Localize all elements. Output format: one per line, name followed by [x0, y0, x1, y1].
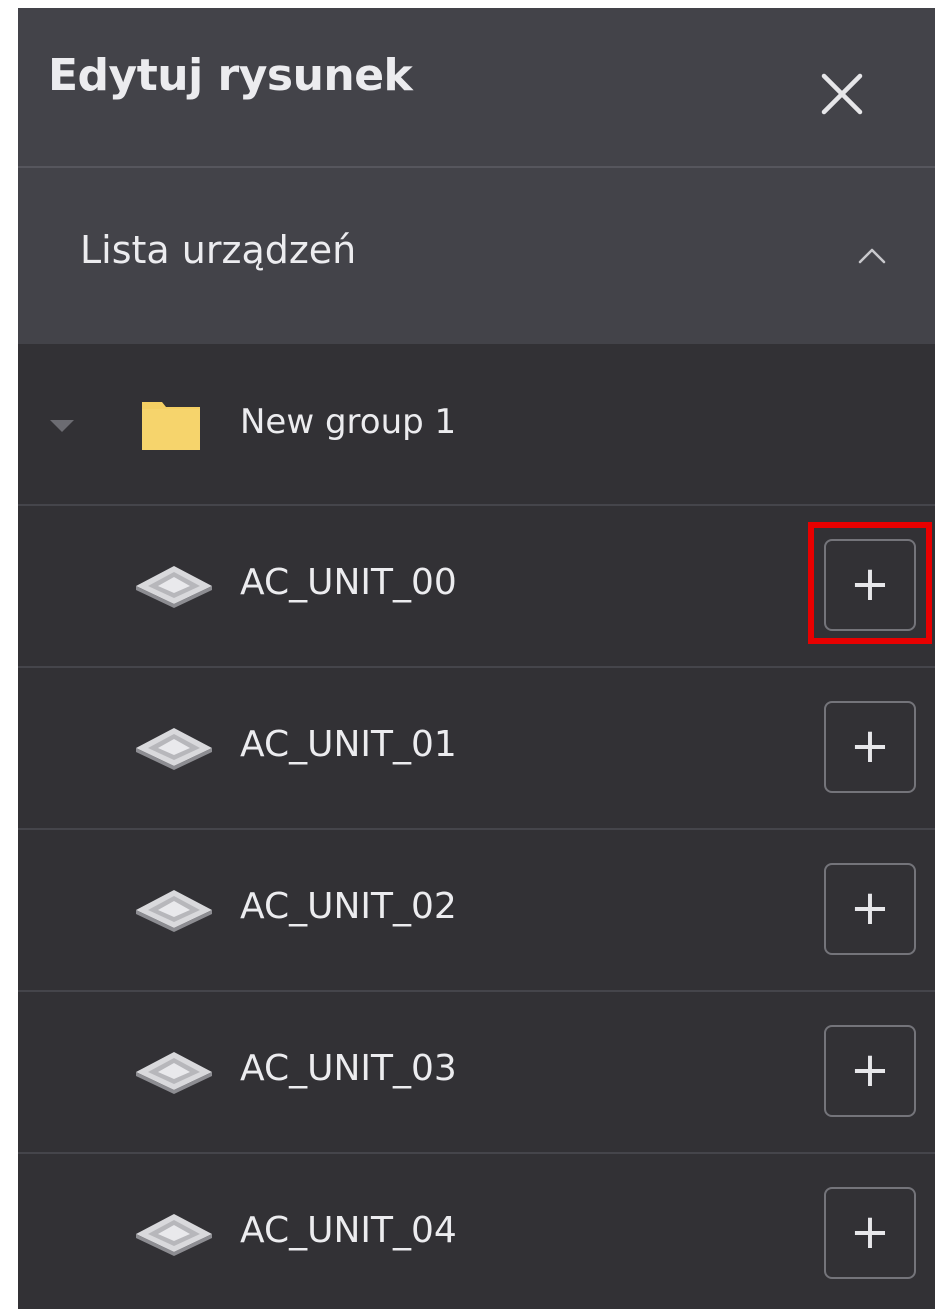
close-icon [821, 73, 863, 115]
device-label: AC_UNIT_03 [240, 1048, 457, 1089]
folder-icon [140, 396, 202, 452]
device-row[interactable]: AC_UNIT_03 + [18, 992, 935, 1154]
add-device-button[interactable]: + [824, 701, 916, 793]
group-label: New group 1 [240, 402, 457, 442]
device-label: AC_UNIT_04 [240, 1210, 457, 1251]
group-expand-toggle[interactable] [48, 418, 76, 434]
ceiling-ac-unit-icon [134, 726, 214, 770]
add-device-button[interactable]: + [824, 539, 916, 631]
edit-drawing-panel: Edytuj rysunek Lista urządzeń New group … [18, 8, 935, 1309]
close-button[interactable] [814, 66, 870, 122]
device-label: AC_UNIT_02 [240, 886, 457, 927]
add-device-button[interactable]: + [824, 1187, 916, 1279]
device-label: AC_UNIT_01 [240, 724, 457, 765]
device-list-section-header[interactable]: Lista urządzeń [18, 168, 935, 344]
ceiling-ac-unit-icon [134, 888, 214, 932]
caret-down-icon [50, 420, 74, 432]
add-device-button[interactable]: + [824, 863, 916, 955]
device-label: AC_UNIT_00 [240, 562, 457, 603]
device-row[interactable]: AC_UNIT_01 + [18, 668, 935, 830]
ceiling-ac-unit-icon [134, 1050, 214, 1094]
device-row[interactable]: AC_UNIT_02 + [18, 830, 935, 992]
chevron-up-icon [858, 248, 886, 264]
panel-header: Edytuj rysunek [18, 8, 935, 168]
group-row[interactable]: New group 1 [18, 344, 935, 506]
panel-title: Edytuj rysunek [48, 50, 413, 101]
ceiling-ac-unit-icon [134, 1212, 214, 1256]
add-device-button[interactable]: + [824, 1025, 916, 1117]
collapse-button[interactable] [854, 238, 890, 274]
device-row[interactable]: AC_UNIT_04 + [18, 1154, 935, 1309]
ceiling-ac-unit-icon [134, 564, 214, 608]
device-row[interactable]: AC_UNIT_00 + [18, 506, 935, 668]
device-list-title: Lista urządzeń [80, 228, 357, 272]
